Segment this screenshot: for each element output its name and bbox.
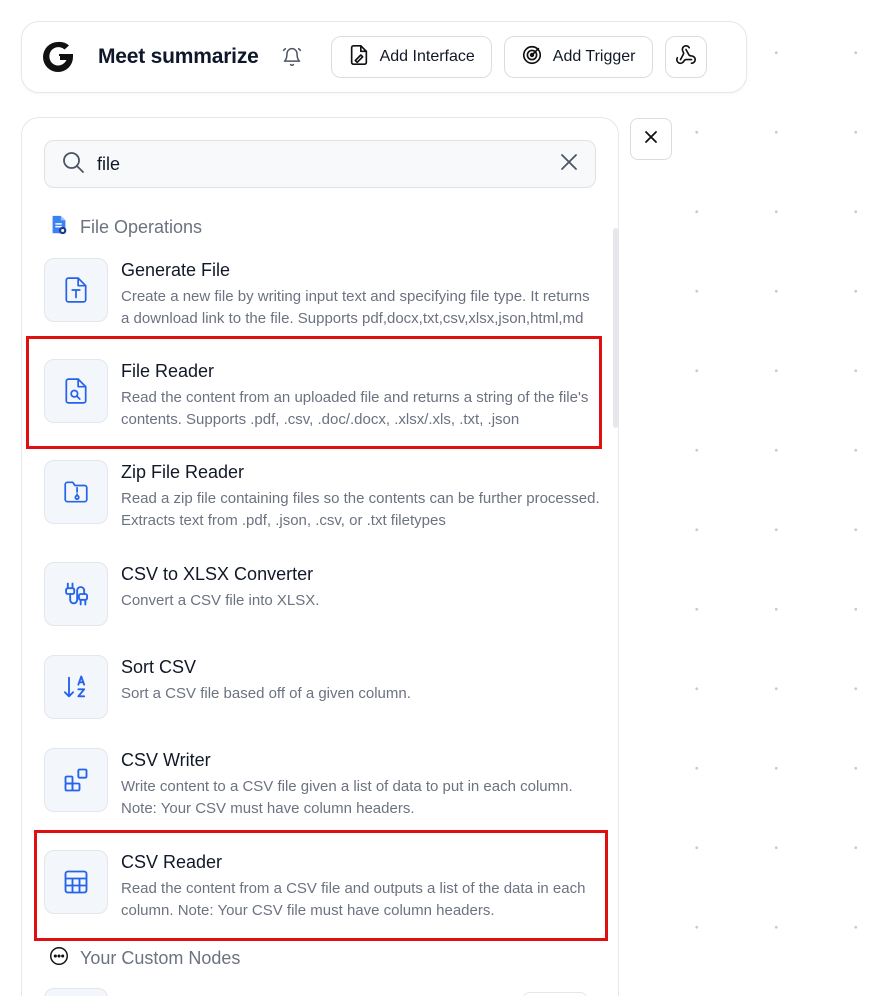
more-circle-icon xyxy=(48,945,70,972)
convert-icon xyxy=(44,562,108,626)
bell-icon[interactable] xyxy=(281,46,303,68)
section-custom-nodes: Your Custom Nodes xyxy=(48,945,240,972)
node-description: Convert a CSV file into XLSX. xyxy=(121,592,320,609)
webhook-icon xyxy=(675,44,697,71)
node-description: Read the content from a CSV file and out… xyxy=(121,880,586,919)
custom-node-action[interactable] xyxy=(522,992,588,996)
node-picker-panel: File Operations Generate File Create a n… xyxy=(21,117,619,996)
node-csv-reader[interactable]: CSV Reader Read the content from a CSV f… xyxy=(44,850,600,922)
node-description: Create a new file by writing input text … xyxy=(121,288,590,327)
file-search-icon xyxy=(44,359,108,423)
file-signature-icon xyxy=(348,44,370,71)
add-interface-label: Add Interface xyxy=(379,48,475,65)
table-icon xyxy=(44,850,108,914)
file-text-icon xyxy=(44,258,108,322)
node-title: Sort CSV xyxy=(121,657,197,677)
file-operations-icon xyxy=(48,214,70,241)
sort-az-icon xyxy=(44,655,108,719)
add-trigger-button[interactable]: Add Trigger xyxy=(503,36,653,78)
section-title: File Operations xyxy=(80,217,203,237)
node-title: File Reader xyxy=(121,361,215,381)
app-logo-icon[interactable] xyxy=(40,39,76,75)
custom-node-card[interactable] xyxy=(44,988,108,996)
node-zip-file-reader[interactable]: Zip File Reader Read a zip file containi… xyxy=(44,460,600,532)
node-csv-writer[interactable]: CSV Writer Write content to a CSV file g… xyxy=(44,748,600,820)
node-description: Read the content from an uploaded file a… xyxy=(121,389,589,428)
section-file-operations: File Operations xyxy=(48,214,202,241)
app-title[interactable]: Meet summarize xyxy=(98,45,259,69)
search-icon xyxy=(61,150,85,179)
clear-search-icon[interactable] xyxy=(559,152,579,177)
search-box xyxy=(44,140,596,188)
node-csv-to-xlsx-converter[interactable]: CSV to XLSX Converter Convert a CSV file… xyxy=(44,562,600,626)
section-title: Your Custom Nodes xyxy=(80,948,241,968)
node-sort-csv[interactable]: Sort CSV Sort a CSV file based off of a … xyxy=(44,655,600,719)
close-panel-button[interactable] xyxy=(630,118,672,160)
node-title: CSV Reader xyxy=(121,852,223,872)
node-title: CSV to XLSX Converter xyxy=(121,564,314,584)
node-title: Generate File xyxy=(121,260,231,280)
node-title: Zip File Reader xyxy=(121,462,245,482)
close-icon xyxy=(644,130,658,149)
webhook-button[interactable] xyxy=(664,36,707,78)
radar-icon xyxy=(521,44,543,71)
node-description: Sort a CSV file based off of a given col… xyxy=(121,685,411,702)
scrollbar[interactable] xyxy=(613,228,618,428)
add-interface-button[interactable]: Add Interface xyxy=(330,36,492,78)
top-bar: Meet summarize Add Interface Add Trigger xyxy=(21,21,747,93)
node-description: Read a zip file containing files so the … xyxy=(121,490,600,529)
folder-zip-icon xyxy=(44,460,108,524)
blocks-icon xyxy=(44,748,108,812)
node-title: CSV Writer xyxy=(121,750,211,770)
node-file-reader[interactable]: File Reader Read the content from an upl… xyxy=(44,359,600,431)
add-trigger-label: Add Trigger xyxy=(552,48,636,65)
search-input[interactable] xyxy=(97,153,559,175)
node-description: Write content to a CSV file given a list… xyxy=(121,778,573,817)
node-generate-file[interactable]: Generate File Create a new file by writi… xyxy=(44,258,600,330)
